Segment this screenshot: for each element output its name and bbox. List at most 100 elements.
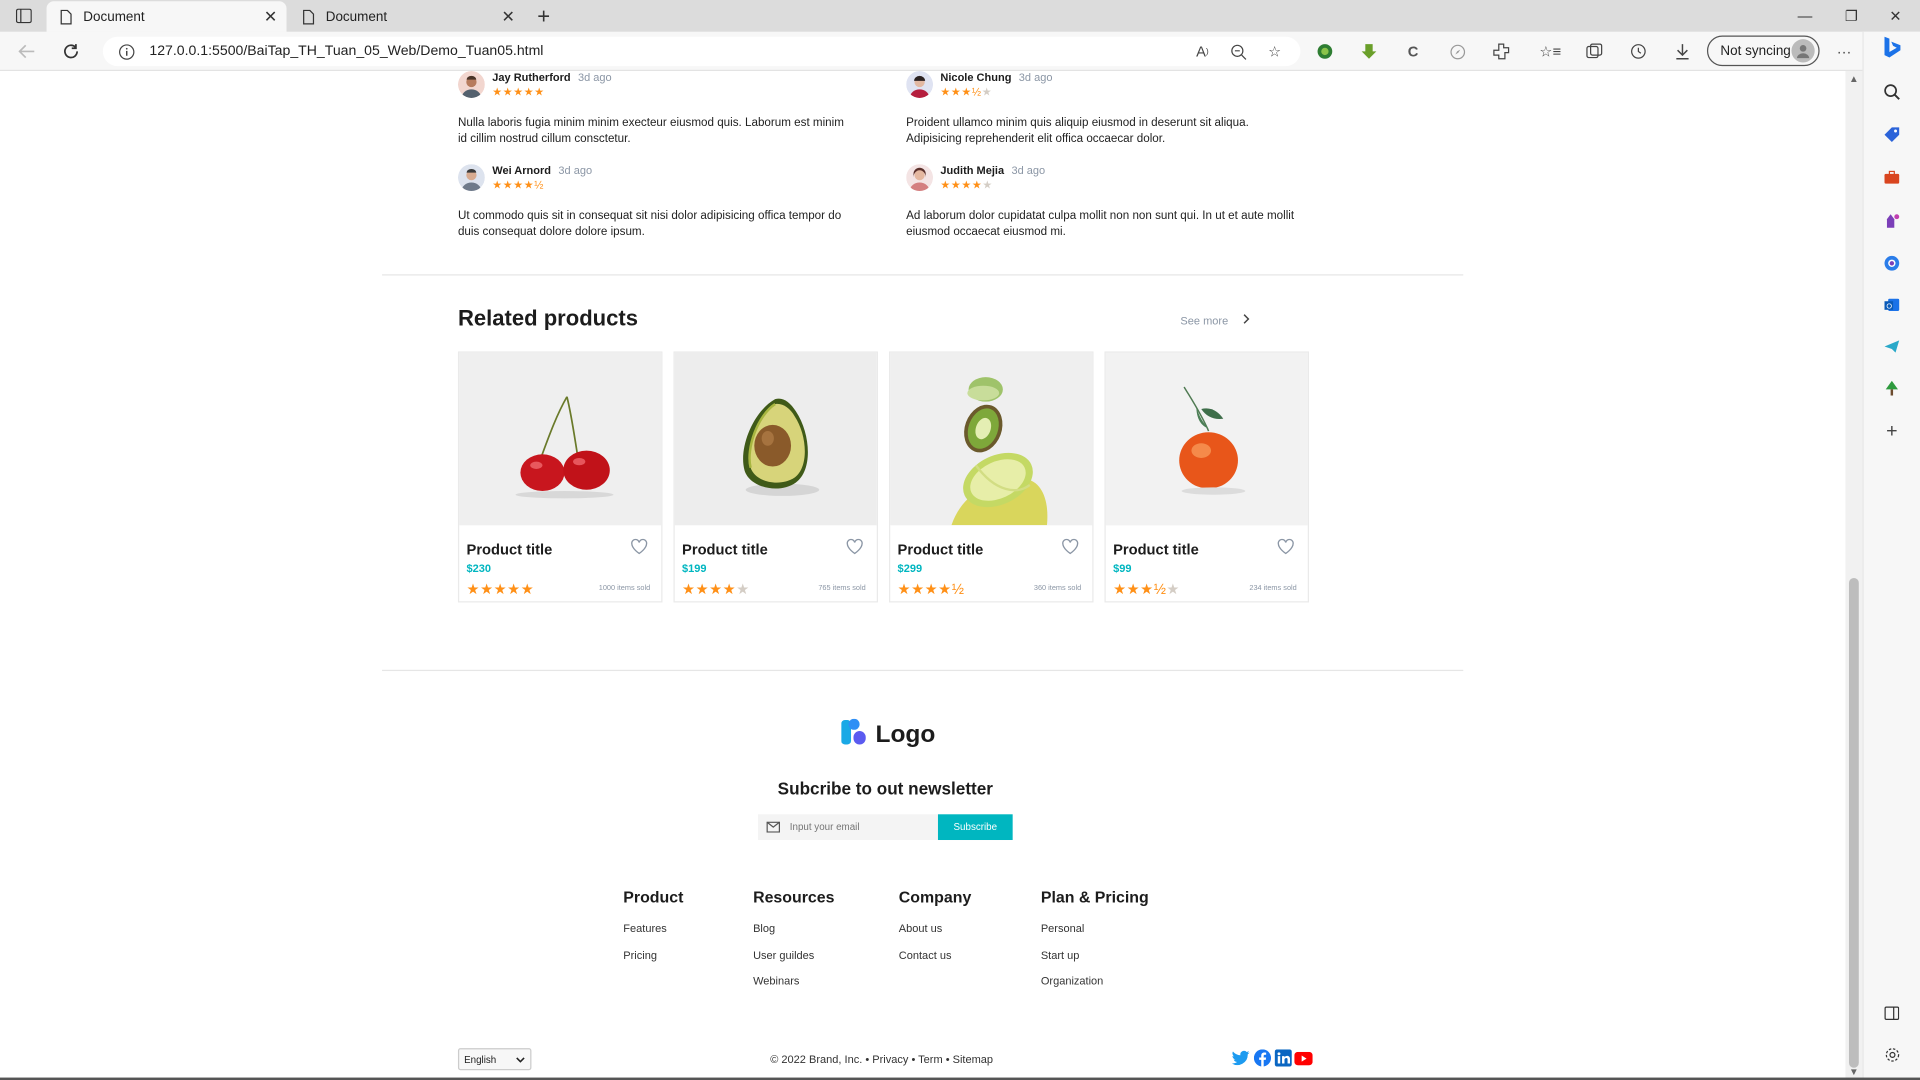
linkedin-icon[interactable]: [1273, 1049, 1292, 1067]
email-input[interactable]: [789, 821, 925, 833]
footer-link[interactable]: Start up: [1041, 948, 1149, 974]
history-icon[interactable]: [1626, 39, 1650, 63]
facebook-icon[interactable]: [1253, 1049, 1271, 1067]
reviewer-name: Wei Arnord 3d ago: [492, 164, 592, 176]
tab-document[interactable]: Document ✕: [289, 1, 524, 32]
items-sold: 765 items sold: [818, 585, 866, 593]
tools-icon[interactable]: [1881, 167, 1903, 189]
back-icon[interactable]: [15, 39, 39, 63]
review-time: 3d ago: [1011, 164, 1046, 177]
social-links: [1231, 1049, 1313, 1067]
heart-icon[interactable]: [631, 538, 648, 556]
footer-link[interactable]: About us: [899, 922, 972, 948]
close-tab-icon[interactable]: ✕: [260, 6, 282, 28]
favorites-icon[interactable]: ☆≡: [1538, 39, 1562, 63]
minimize-icon[interactable]: —: [1783, 0, 1827, 32]
vertical-scrollbar[interactable]: ▲ ▼: [1845, 71, 1863, 1080]
footer-link[interactable]: Organization: [1041, 975, 1149, 1001]
product-image-kiwi-lime: [890, 352, 1093, 526]
zoom-out-icon[interactable]: [1226, 39, 1250, 63]
footer-link[interactable]: Contact us: [899, 948, 972, 974]
product-image-cherry: [459, 352, 662, 526]
product-title[interactable]: Product title: [1113, 541, 1199, 558]
reviewer-avatar: [906, 164, 934, 192]
mail-icon: [766, 821, 782, 833]
new-tab-icon[interactable]: +: [531, 3, 555, 27]
heart-icon[interactable]: [1277, 538, 1294, 556]
review-text: Nulla laboris fugia minim minim execteur…: [457, 116, 844, 146]
add-icon[interactable]: +: [1881, 421, 1903, 443]
footer-column-plan-pricing: Plan & Pricing Personal Start up Organiz…: [1041, 888, 1149, 1001]
tab-title: Document: [325, 9, 388, 24]
add-favorite-icon[interactable]: ☆: [1262, 39, 1286, 63]
footer-link[interactable]: User guildes: [753, 948, 834, 974]
product-title[interactable]: Product title: [682, 541, 768, 558]
footer-link[interactable]: Personal: [1041, 922, 1149, 948]
settings-more-icon[interactable]: ···: [1832, 39, 1856, 63]
product-price: $199: [682, 562, 707, 575]
send-icon[interactable]: [1881, 336, 1903, 358]
footer-column-product: Product Features Pricing: [623, 888, 683, 975]
split-screen-icon[interactable]: [1881, 1002, 1903, 1024]
rating-stars-off: ★: [1166, 580, 1180, 598]
product-title[interactable]: Product title: [467, 541, 553, 558]
bing-chat-icon[interactable]: [1881, 36, 1903, 59]
read-aloud-icon[interactable]: A): [1190, 39, 1214, 63]
sidebar-settings-icon[interactable]: [1881, 1043, 1903, 1065]
heart-icon[interactable]: [846, 538, 863, 556]
footer-link[interactable]: Blog: [753, 922, 834, 948]
footer-logo[interactable]: Logo: [841, 718, 935, 751]
scroll-down-icon[interactable]: ▼: [1849, 1067, 1859, 1078]
reviewer-avatar: [906, 71, 934, 98]
games-icon[interactable]: [1881, 209, 1903, 231]
extensions-icon[interactable]: [1489, 39, 1513, 63]
product-price: $99: [1113, 562, 1132, 575]
shopping-tag-icon[interactable]: [1881, 124, 1903, 146]
section-divider: [382, 274, 1464, 276]
youtube-icon[interactable]: [1294, 1049, 1313, 1066]
email-field[interactable]: [757, 814, 938, 841]
review-time: 3d ago: [1018, 71, 1053, 84]
reviewer-name: Jay Rutherford 3d ago: [492, 71, 611, 83]
see-more-link[interactable]: See more: [1180, 313, 1250, 326]
collections-icon[interactable]: [1582, 39, 1606, 63]
product-title[interactable]: Product title: [898, 541, 984, 558]
office-icon[interactable]: [1881, 252, 1903, 274]
tree-icon[interactable]: [1881, 377, 1903, 399]
product-card[interactable]: Product title $230 ★★★★★ 1000 items sold: [457, 351, 663, 603]
heart-icon[interactable]: [1062, 538, 1079, 556]
language-select[interactable]: English: [457, 1048, 532, 1071]
footer-link[interactable]: Pricing: [623, 948, 683, 974]
extension-c-icon[interactable]: C: [1401, 39, 1425, 63]
tab-title: Document: [83, 9, 145, 24]
extension-shield-icon[interactable]: [1313, 39, 1337, 63]
product-rating: ★★★★½: [898, 580, 965, 597]
outlook-icon[interactable]: O: [1881, 294, 1903, 316]
restore-icon[interactable]: ❐: [1829, 0, 1873, 32]
close-window-icon[interactable]: ✕: [1873, 0, 1917, 32]
product-rating: ★★★★★: [682, 580, 750, 597]
refresh-icon[interactable]: [59, 39, 83, 63]
sync-status-button[interactable]: Not syncing: [1706, 35, 1820, 67]
footer-link[interactable]: Features: [623, 922, 683, 948]
product-card[interactable]: Product title $199 ★★★★★ 765 items sold: [673, 351, 878, 603]
reviewer-name-text: Jay Rutherford: [492, 71, 571, 84]
extension-download-icon[interactable]: [1357, 39, 1381, 63]
search-icon[interactable]: [1881, 81, 1903, 103]
rating-stars-off: ★: [982, 178, 993, 192]
tab-actions-icon[interactable]: [12, 6, 34, 26]
footer-link[interactable]: Webinars: [753, 975, 834, 1001]
copyright-text: © 2022 Brand, Inc. • Privacy • Term • Si…: [770, 1053, 994, 1066]
scrollbar-thumb[interactable]: [1848, 577, 1859, 1068]
close-tab-icon[interactable]: ✕: [497, 6, 519, 28]
url-field[interactable]: 127.0.0.1:5500/BaiTap_TH_Tuan_05_Web/Dem…: [102, 36, 1301, 67]
downloads-icon[interactable]: [1670, 39, 1694, 63]
product-card[interactable]: Product title $99 ★★★½★ 234 items sold: [1104, 351, 1309, 603]
scroll-up-icon[interactable]: ▲: [1849, 73, 1859, 84]
twitter-icon[interactable]: [1231, 1049, 1250, 1066]
site-info-icon[interactable]: [118, 43, 135, 60]
subscribe-button[interactable]: Subscribe: [937, 814, 1013, 841]
product-card[interactable]: Product title $299 ★★★★½ 360 items sold: [888, 351, 1094, 603]
extension-compass-icon[interactable]: [1445, 39, 1469, 63]
tab-document-active[interactable]: Document ✕: [46, 1, 287, 32]
